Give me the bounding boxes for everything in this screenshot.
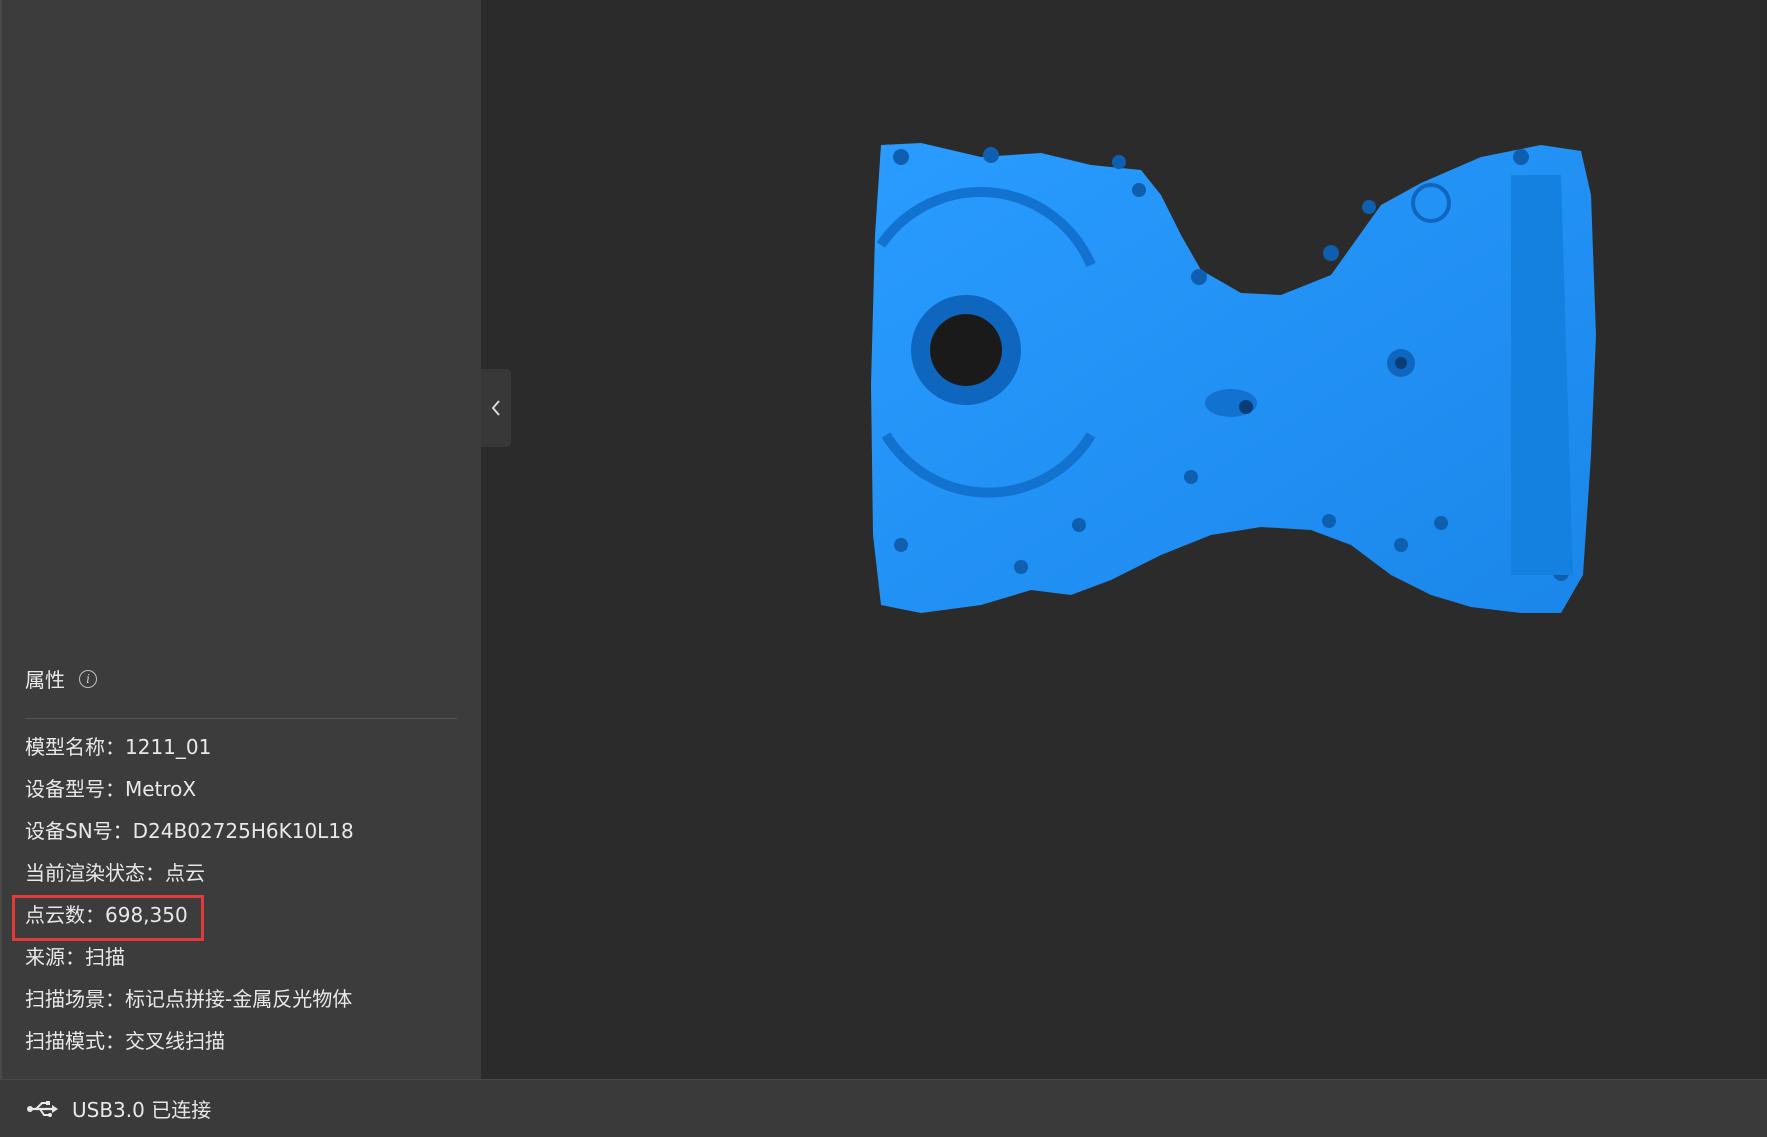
collapse-panel-button[interactable]: [481, 369, 511, 447]
prop-value: MetroX: [125, 777, 197, 801]
prop-row-point-count: 点云数：698,350: [25, 899, 188, 928]
usb-icon: [26, 1098, 60, 1120]
bore-hole: [930, 314, 1002, 386]
properties-header: 属性 i: [25, 664, 97, 693]
prop-value: 1211_01: [125, 735, 212, 759]
3d-viewport[interactable]: [481, 0, 1767, 1079]
properties-title: 属性: [25, 668, 65, 692]
panel-edge: [0, 0, 2, 1079]
app-window: 属性 i 模型名称：1211_01 设备型号：MetroX 设备SN号：D24B…: [0, 0, 1767, 1137]
prop-label: 扫描模式：: [25, 1029, 125, 1053]
point-cloud-model[interactable]: [861, 135, 1661, 675]
prop-label: 设备SN号：: [25, 819, 133, 843]
prop-value: 标记点拼接-金属反光物体: [125, 987, 353, 1011]
chevron-left-icon: [491, 400, 500, 416]
prop-label: 扫描场景：: [25, 987, 125, 1011]
prop-row-scan-mode: 扫描模式：交叉线扫描: [25, 1025, 225, 1054]
prop-row-source: 来源：扫描: [25, 941, 125, 970]
prop-value: 扫描: [85, 945, 125, 969]
prop-row-model-name: 模型名称：1211_01: [25, 731, 211, 760]
boss-center-hole: [1395, 357, 1407, 369]
prop-row-scan-scene: 扫描场景：标记点拼接-金属反光物体: [25, 983, 352, 1012]
prop-row-device-model: 设备型号：MetroX: [25, 773, 196, 802]
prop-label: 设备型号：: [25, 777, 125, 801]
prop-value: 698,350: [105, 903, 188, 927]
prop-value: 交叉线扫描: [125, 1029, 225, 1053]
prop-label: 点云数：: [25, 903, 105, 927]
status-bar: USB3.0 已连接: [0, 1079, 1767, 1137]
prop-value: 点云: [165, 861, 205, 885]
prop-label: 来源：: [25, 945, 85, 969]
prop-value: D24B02725H6K10L18: [132, 819, 354, 843]
slot-hole: [1239, 400, 1253, 414]
prop-label: 当前渲染状态：: [25, 861, 165, 885]
prop-row-render-state: 当前渲染状态：点云: [25, 857, 205, 886]
connection-status: USB3.0 已连接: [72, 1098, 212, 1122]
info-icon[interactable]: i: [79, 669, 97, 688]
properties-divider: [25, 718, 457, 719]
properties-panel: 属性 i 模型名称：1211_01 设备型号：MetroX 设备SN号：D24B…: [0, 0, 481, 1079]
prop-label: 模型名称：: [25, 735, 125, 759]
prop-row-device-sn: 设备SN号：D24B02725H6K10L18: [25, 815, 354, 844]
